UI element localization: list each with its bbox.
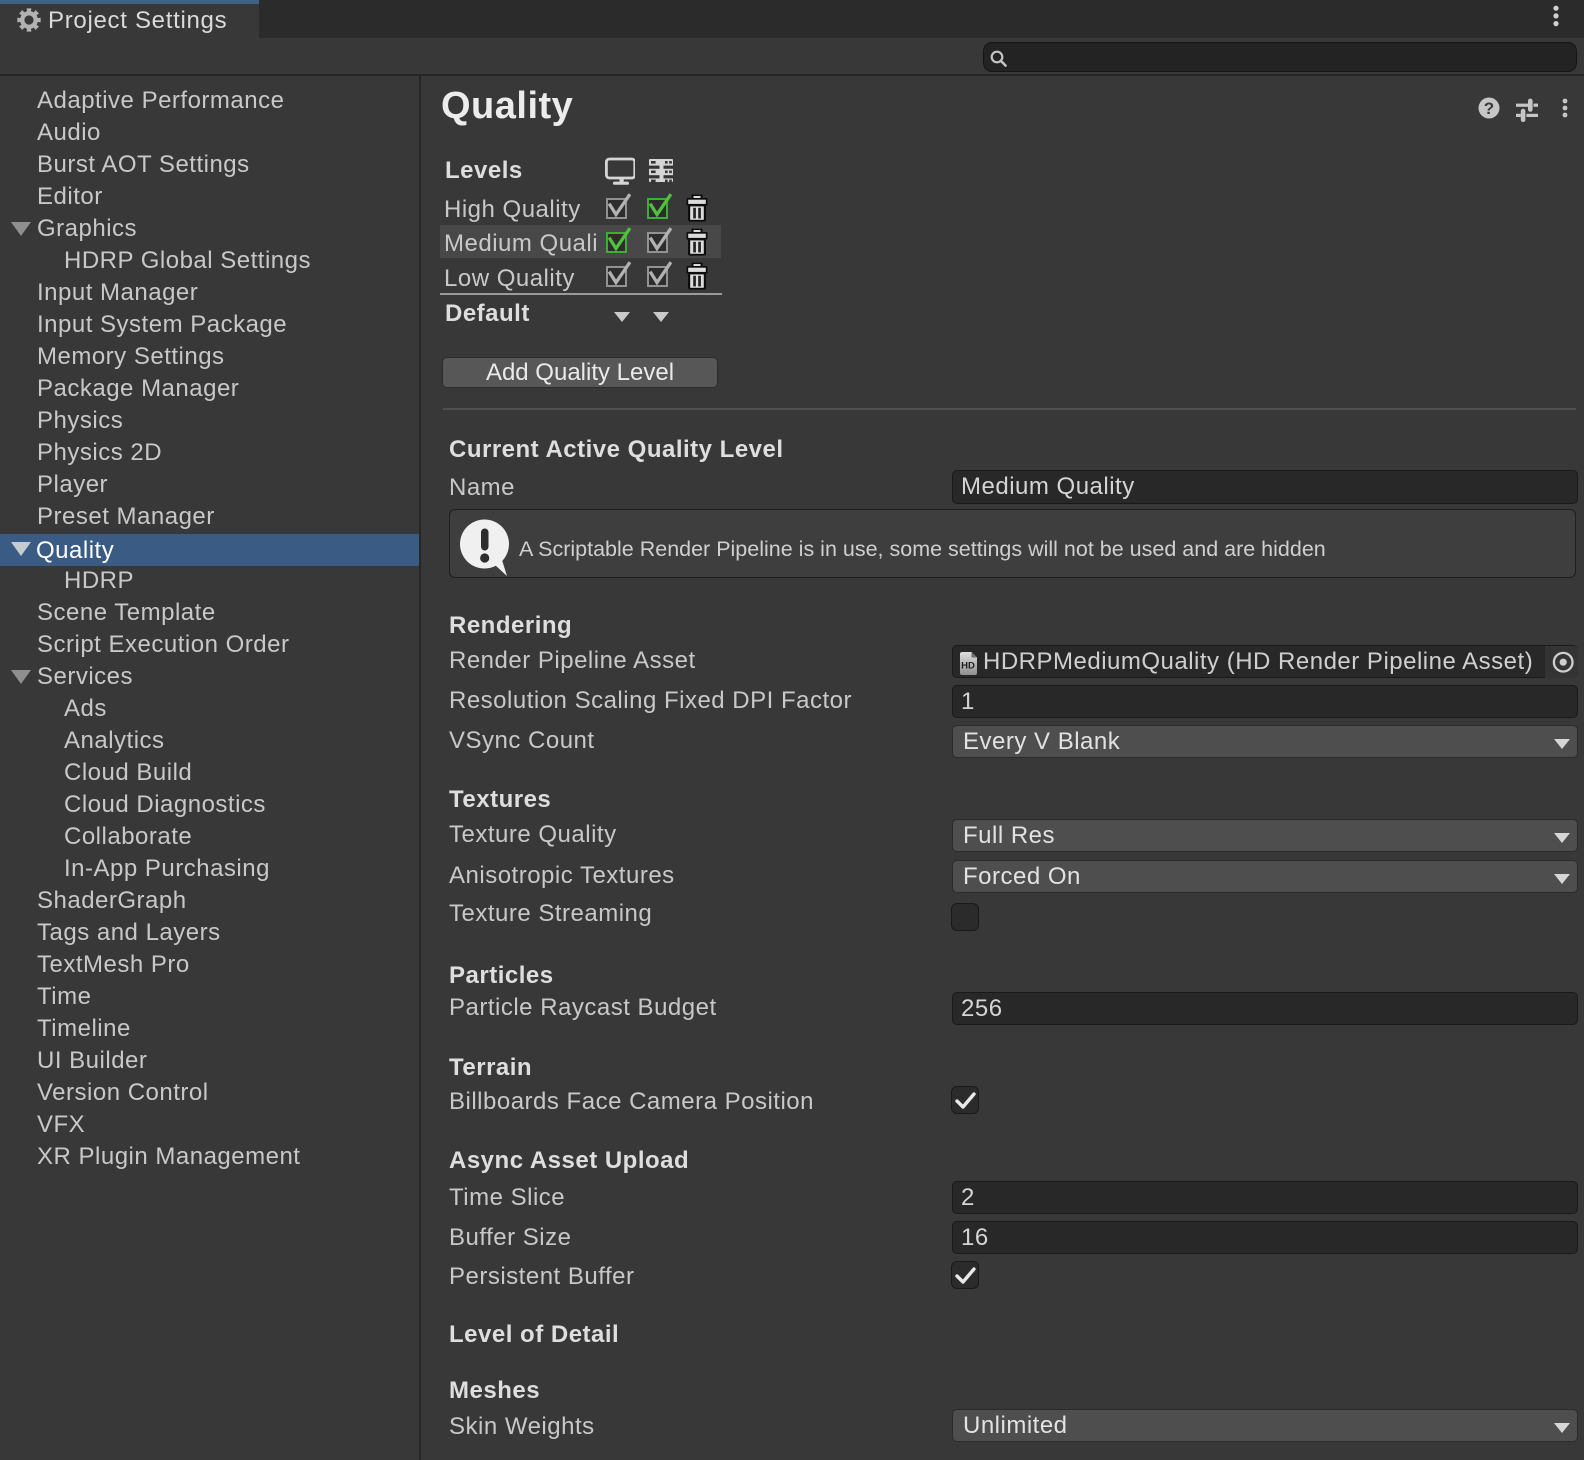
svg-text:HD: HD [961,661,975,672]
svg-text:?: ? [1484,99,1494,118]
